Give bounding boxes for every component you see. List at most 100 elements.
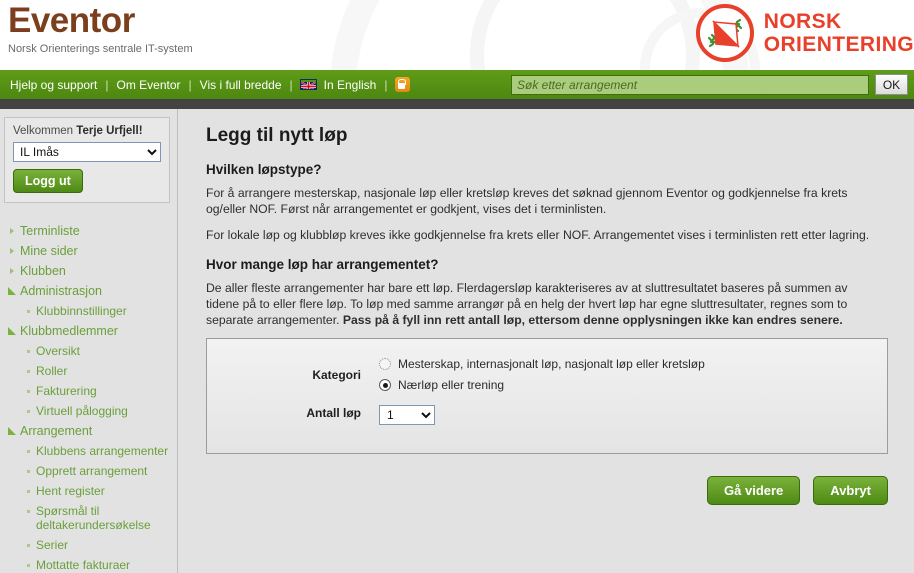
antall-label: Antall løp — [306, 406, 361, 420]
radio-mesterskap-label: Mesterskap, internasjonalt løp, nasjonal… — [398, 357, 705, 371]
brand[interactable]: Eventor Norsk Orienterings sentrale IT-s… — [8, 1, 193, 55]
radio-mesterskap-icon[interactable] — [379, 358, 391, 370]
sidebar: Velkommen Terje Urfjell! IL Imås Logg ut… — [0, 109, 178, 573]
sidebar-item-klubbmedlemmer[interactable]: Klubbmedlemmer — [4, 321, 178, 341]
sidebar-item-label: Serier — [36, 538, 69, 552]
collapse-arrow-icon — [8, 264, 20, 278]
collapse-arrow-icon — [8, 244, 20, 258]
form-actions: Gå videre Avbryt — [206, 476, 888, 505]
sidebar-item-hent-register[interactable]: Hent register — [4, 481, 178, 501]
form-row-antall: Antall løp 1 — [207, 405, 887, 425]
radio-option-naerlop[interactable]: Nærløp eller trening — [379, 378, 705, 392]
sidebar-item-opprett-arrangement[interactable]: Opprett arrangement — [4, 461, 178, 481]
sidebar-item-label: Hent register — [36, 484, 105, 498]
sidebar-item-oversikt[interactable]: Oversikt — [4, 341, 178, 361]
radio-naerlop-icon[interactable] — [379, 379, 391, 391]
uk-flag-icon[interactable] — [299, 79, 317, 90]
sidebar-item-label: Klubbmedlemmer — [20, 324, 118, 338]
page-body: Velkommen Terje Urfjell! IL Imås Logg ut… — [0, 109, 914, 573]
sidebar-item-klubben[interactable]: Klubben — [4, 261, 178, 281]
expand-triangle-icon — [8, 424, 20, 438]
sidebar-item-sp-rsm-l-til-deltakerunders-kelse[interactable]: Spørsmål til deltakerundersøkelse — [4, 501, 178, 535]
page-title: Legg til nytt løp — [206, 125, 348, 146]
brand-subtitle: Norsk Orienterings sentrale IT-system — [8, 43, 193, 55]
sidebar-item-label: Roller — [36, 364, 68, 378]
antall-lop-select[interactable]: 1 — [379, 405, 435, 425]
bullet-icon — [24, 364, 36, 378]
page-header: Eventor Norsk Orienterings sentrale IT-s… — [0, 0, 914, 70]
section-title-antall: Hvor mange løp har arrangementet? — [206, 257, 439, 272]
nav-link-help[interactable]: Hjelp og support — [6, 78, 101, 92]
bullet-icon — [24, 504, 36, 518]
sidebar-item-label: Terminliste — [20, 224, 80, 238]
section2-text-bold: Pass på å fyll inn rett antall løp, ette… — [342, 313, 843, 327]
sidebar-item-label: Administrasjon — [20, 284, 102, 298]
sidebar-item-label: Klubbens arrangementer — [36, 444, 169, 458]
section-title-løpstype: Hvilken løpstype? — [206, 162, 322, 177]
search-input[interactable] — [511, 74, 869, 95]
header-divider-strip — [0, 99, 914, 109]
sidebar-item-label: Arrangement — [20, 424, 93, 438]
sidebar-item-label: Mine sider — [20, 244, 78, 258]
logo-text: NORSK ORIENTERING — [764, 10, 914, 56]
user-box: Velkommen Terje Urfjell! IL Imås Logg ut — [4, 117, 170, 203]
sidebar-item-label: Virtuell pålogging — [36, 404, 128, 418]
sidebar-nav-tree: Terminliste Mine sider Klubben Administrasj… — [0, 221, 178, 573]
welcome-text: Velkommen Terje Urfjell! — [13, 125, 161, 137]
bullet-icon — [24, 558, 36, 572]
search-ok-button[interactable]: OK — [875, 74, 908, 95]
top-navbar: Hjelp og support | Om Eventor | Vis i fu… — [0, 70, 914, 99]
kategori-label: Kategori — [312, 368, 361, 382]
sidebar-item-label: Klubben — [20, 264, 66, 278]
nav-separator: | — [188, 77, 192, 92]
orienteering-compass-icon — [694, 2, 756, 64]
sidebar-item-mottatte-fakturaer[interactable]: Mottatte fakturaer — [4, 555, 178, 573]
watermark-circle-medium — [470, 0, 700, 70]
cancel-button[interactable]: Avbryt — [813, 476, 888, 505]
welcome-username: Terje Urfjell! — [76, 125, 143, 137]
collapse-arrow-icon — [8, 224, 20, 238]
logout-button[interactable]: Logg ut — [13, 169, 83, 193]
sidebar-item-label: Oversikt — [36, 344, 81, 358]
section2-paragraph: De aller fleste arrangementer har bare e… — [206, 280, 884, 328]
sidebar-item-roller[interactable]: Roller — [4, 361, 178, 381]
sidebar-item-label: Fakturering — [36, 384, 97, 398]
bullet-icon — [24, 444, 36, 458]
sidebar-item-label: Mottatte fakturaer — [36, 558, 131, 572]
sidebar-item-label: Spørsmål til deltakerundersøkelse — [36, 504, 151, 532]
sidebar-item-klubbinnstillinger[interactable]: Klubbinnstillinger — [4, 301, 178, 321]
sidebar-item-terminliste[interactable]: Terminliste — [4, 221, 178, 241]
radio-option-mesterskap[interactable]: Mesterskap, internasjonalt løp, nasjonal… — [379, 357, 705, 371]
nav-link-fullwidth[interactable]: Vis i full bredde — [196, 78, 286, 92]
search-area: OK — [511, 74, 908, 95]
nav-separator: | — [384, 77, 388, 92]
brand-title: Eventor — [8, 1, 135, 40]
bullet-icon — [24, 384, 36, 398]
sidebar-item-administrasjon[interactable]: Administrasjon — [4, 281, 178, 301]
expand-triangle-icon — [8, 324, 20, 338]
sidebar-item-mine-sider[interactable]: Mine sider — [4, 241, 178, 261]
main-content: Legg til nytt løp Hvilken løpstype? For … — [178, 109, 914, 573]
sidebar-item-serier[interactable]: Serier — [4, 535, 178, 555]
nav-link-english[interactable]: In English — [320, 78, 381, 92]
sidebar-item-klubbens-arrangementer[interactable]: Klubbens arrangementer — [4, 441, 178, 461]
logo-text-line1: NORSK — [763, 10, 842, 33]
sidebar-item-arrangement[interactable]: Arrangement — [4, 421, 178, 441]
continue-button[interactable]: Gå videre — [707, 476, 801, 505]
club-select[interactable]: IL Imås — [13, 142, 161, 162]
sidebar-item-virtuell-p-logging[interactable]: Virtuell pålogging — [4, 401, 178, 421]
bullet-icon — [24, 464, 36, 478]
sidebar-item-fakturering[interactable]: Fakturering — [4, 381, 178, 401]
sidebar-item-label: Klubbinnstillinger — [36, 304, 127, 318]
bullet-icon — [24, 484, 36, 498]
nav-link-about[interactable]: Om Eventor — [113, 78, 185, 92]
bullet-icon — [24, 538, 36, 552]
lock-icon[interactable] — [395, 77, 411, 92]
section1-paragraph-1: For å arrangere mesterskap, nasjonale lø… — [206, 186, 848, 216]
logo-text-line2: ORIENTERING — [763, 33, 914, 56]
kategori-radio-group: Mesterskap, internasjonalt løp, nasjonal… — [379, 357, 705, 399]
form-panel: Kategori Mesterskap, internasjonalt løp,… — [206, 338, 888, 454]
sidebar-item-label: Opprett arrangement — [36, 464, 148, 478]
norsk-orientering-logo: NORSK ORIENTERING — [694, 2, 914, 64]
form-row-kategori: Kategori Mesterskap, internasjonalt løp,… — [207, 357, 887, 399]
